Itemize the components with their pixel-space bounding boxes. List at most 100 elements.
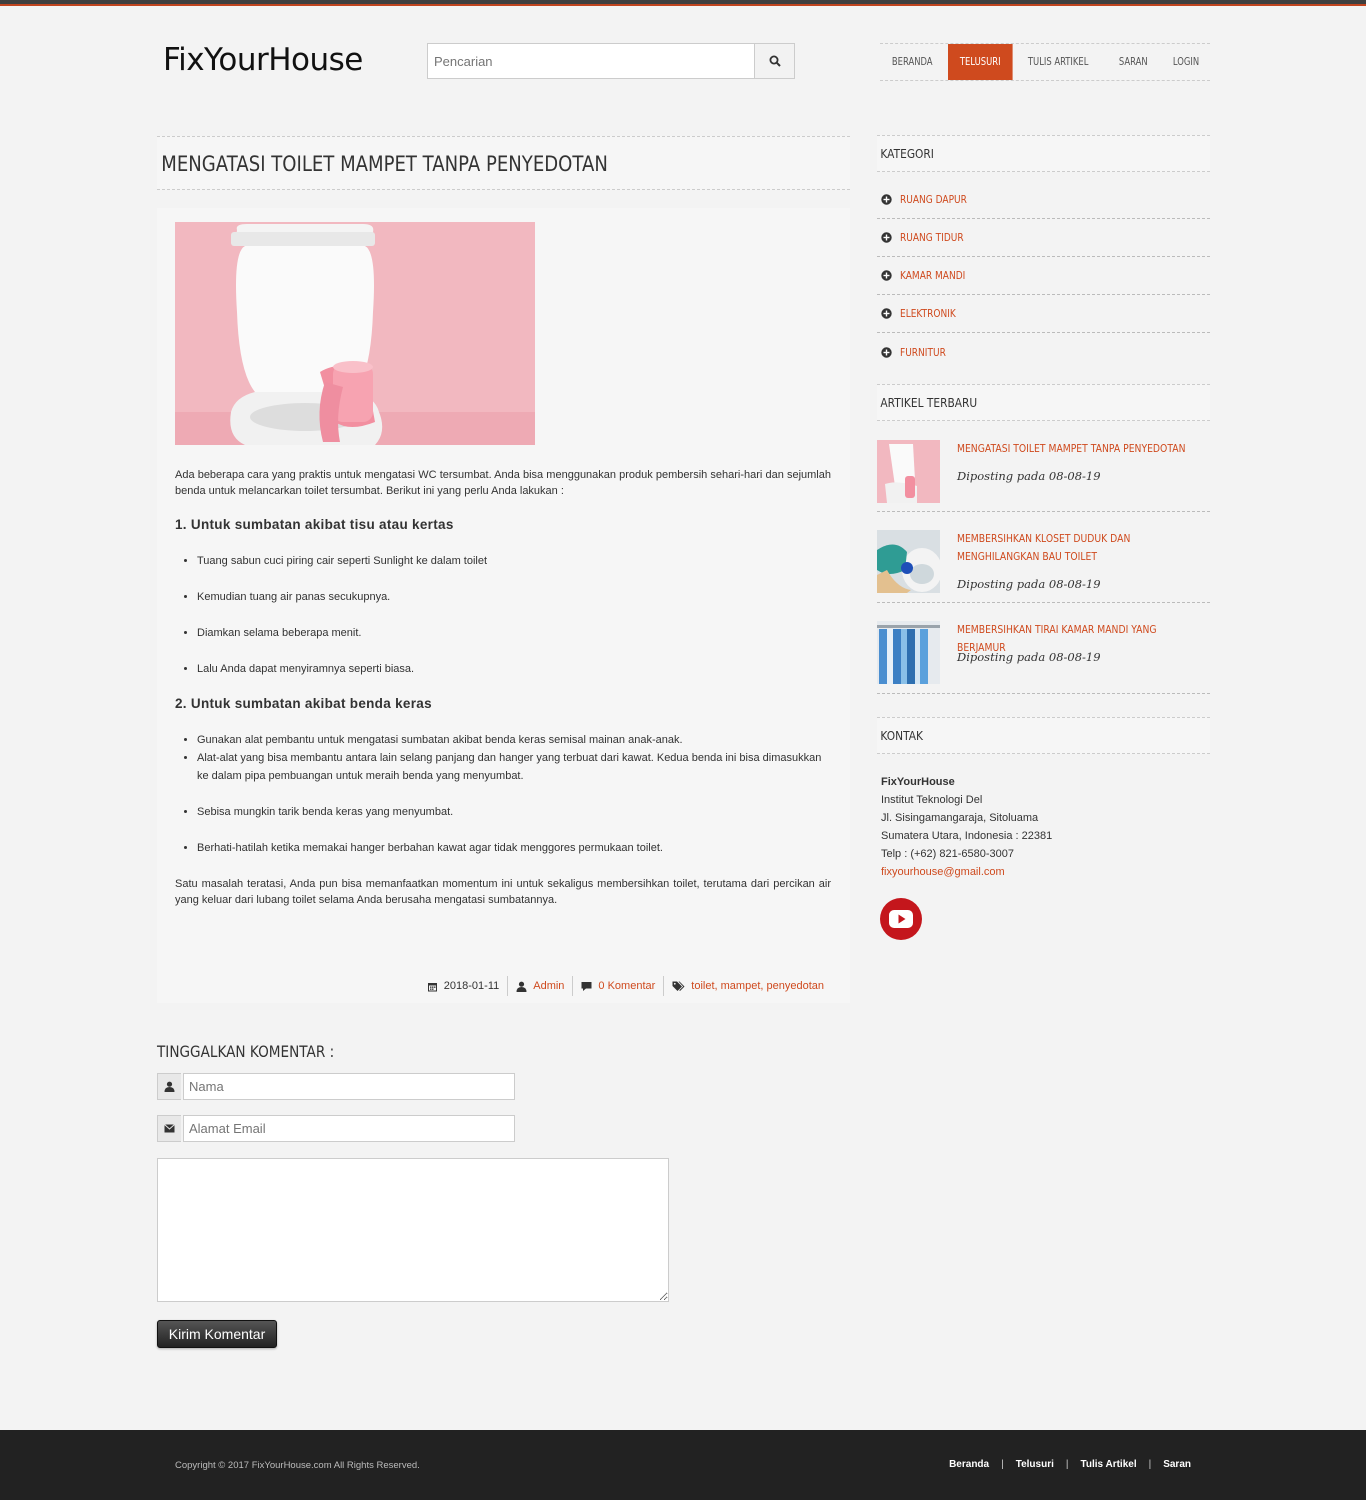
tags-icon — [672, 981, 685, 991]
main-nav: BERANDA TELUSURI TULIS ARTIKEL SARAN LOG… — [880, 43, 1210, 81]
category-label[interactable]: FURNITUR — [900, 346, 946, 359]
user-icon — [516, 981, 527, 992]
meta-tags-links[interactable]: toilet, mampet, penyedotan — [691, 980, 824, 992]
plus-circle-icon — [881, 194, 892, 205]
contact-title: KONTAK — [880, 728, 924, 743]
meta-comments-link[interactable]: 0 Komentar — [598, 980, 655, 992]
recent-date: Diposting pada 08-08-19 — [957, 650, 1101, 664]
contact-phone: Telp : (+62) 821-6580-3007 — [881, 848, 1015, 860]
footer-link-telusuri[interactable]: Telusuri — [1016, 1459, 1054, 1470]
section-heading-1: 1. Untuk sumbatan akibat tisu atau kerta… — [175, 517, 454, 532]
recent-thumbnail[interactable] — [877, 440, 940, 503]
category-label[interactable]: ELEKTRONIK — [900, 307, 956, 320]
list-item: Lalu Anda dapat menyiramnya seperti bias… — [197, 660, 832, 678]
category-title: KATEGORI — [880, 146, 934, 161]
copyright-text: Copyright © 2017 FixYourHouse.com All Ri… — [175, 1460, 420, 1471]
recent-item[interactable]: MEMBERSIHKAN KLOSET DUDUK DAN MENGHILANG… — [877, 530, 1210, 603]
recent-title: ARTIKEL TERBARU — [880, 395, 978, 410]
recent-thumbnail[interactable] — [877, 530, 940, 593]
comment-textarea[interactable] — [157, 1158, 669, 1302]
article-title: MENGATASI TOILET MAMPET TANPA PENYEDOTAN — [161, 152, 608, 176]
list-item: Alat-alat yang bisa membantu antara lain… — [197, 749, 832, 785]
recent-title-link[interactable]: MEMBERSIHKAN KLOSET DUDUK DAN MENGHILANG… — [957, 530, 1206, 566]
comment-form-title: TINGGALKAN KOMENTAR : — [157, 1042, 335, 1061]
meta-author-link[interactable]: Admin — [533, 980, 564, 992]
footer-link-beranda[interactable]: Beranda — [949, 1459, 989, 1470]
footer-links: Beranda | Telusuri | Tulis Artikel | Sar… — [949, 1459, 1191, 1470]
contact-name: FixYourHouse — [881, 776, 955, 788]
meta-author: Admin — [507, 976, 572, 996]
top-accent-bar — [0, 0, 1366, 6]
site-logo[interactable]: FixYourHouse — [163, 42, 363, 78]
category-item[interactable]: KAMAR MANDI — [877, 257, 1210, 295]
plus-circle-icon — [881, 232, 892, 243]
nav-beranda[interactable]: BERANDA — [880, 44, 944, 80]
category-header: KATEGORI — [877, 135, 1210, 172]
nav-tulis-artikel[interactable]: TULIS ARTIKEL — [1016, 44, 1100, 80]
search-bar — [427, 43, 795, 79]
meta-date: 2018-01-11 — [419, 976, 507, 996]
category-item[interactable]: RUANG TIDUR — [877, 219, 1210, 257]
contact-email-link[interactable]: fixyourhouse@gmail.com — [881, 863, 1052, 881]
plus-circle-icon — [881, 346, 892, 358]
contact-line: Jl. Sisingamangaraja, Sitoluama — [881, 812, 1039, 824]
contact-line: Sumatera Utara, Indonesia : 22381 — [881, 830, 1053, 842]
nav-saran[interactable]: SARAN — [1107, 44, 1160, 80]
footer-link-saran[interactable]: Saran — [1163, 1459, 1191, 1470]
submit-comment-button[interactable]: Kirim Komentar — [157, 1320, 277, 1348]
article-intro: Ada beberapa cara yang praktis untuk men… — [175, 469, 831, 497]
list-item: Berhati-hatilah ketika memakai hanger be… — [197, 839, 832, 857]
section-1-list: Tuang sabun cuci piring cair seperti Sun… — [197, 552, 832, 678]
recent-date: Diposting pada 08-08-19 — [957, 577, 1101, 591]
recent-item[interactable]: MEMBERSIHKAN TIRAI KAMAR MANDI YANG BERJ… — [877, 621, 1210, 694]
recent-date: Diposting pada 08-08-19 — [957, 469, 1101, 483]
category-item[interactable]: RUANG DAPUR — [877, 181, 1210, 219]
user-icon — [157, 1073, 181, 1100]
calendar-icon — [427, 982, 437, 991]
envelope-icon — [157, 1115, 181, 1142]
name-field[interactable] — [183, 1073, 515, 1100]
nav-login[interactable]: LOGIN — [1161, 44, 1211, 80]
separator: | — [1001, 1459, 1004, 1470]
meta-date-text: 2018-01-11 — [443, 980, 500, 992]
list-item: Kemudian tuang air panas secukupnya. — [197, 588, 832, 606]
category-label[interactable]: KAMAR MANDI — [900, 269, 965, 282]
article-body: Ada beberapa cara yang praktis untuk men… — [157, 208, 850, 1003]
meta-comments: 0 Komentar — [572, 976, 663, 996]
contact-info: FixYourHouse Institut Teknologi Del Jl. … — [881, 773, 1052, 881]
article-hero-image — [175, 222, 535, 445]
search-input[interactable] — [427, 43, 754, 79]
article-meta: 2018-01-11 Admin 0 Komentar toilet, mamp… — [419, 976, 832, 996]
list-item: Tuang sabun cuci piring cair seperti Sun… — [197, 552, 832, 570]
plus-circle-icon — [881, 270, 892, 281]
youtube-link[interactable] — [880, 898, 922, 940]
recent-header: ARTIKEL TERBARU — [877, 384, 1210, 421]
article-outro: Satu masalah teratasi, Anda pun bisa mem… — [175, 878, 831, 906]
footer: Copyright © 2017 FixYourHouse.com All Ri… — [0, 1430, 1366, 1500]
article-title-box: MENGATASI TOILET MAMPET TANPA PENYEDOTAN — [157, 136, 850, 190]
footer-link-tulis-artikel[interactable]: Tulis Artikel — [1080, 1459, 1136, 1470]
category-label[interactable]: RUANG DAPUR — [900, 193, 967, 206]
comment-icon — [581, 981, 592, 991]
list-item: Gunakan alat pembantu untuk mengatasi su… — [197, 731, 832, 749]
list-item: Diamkan selama beberapa menit. — [197, 624, 832, 642]
search-icon — [769, 55, 781, 67]
youtube-icon — [889, 910, 913, 928]
recent-item[interactable]: MENGATASI TOILET MAMPET TANPA PENYEDOTAN… — [877, 440, 1210, 512]
contact-header: KONTAK — [877, 717, 1210, 754]
recent-title-link[interactable]: MENGATASI TOILET MAMPET TANPA PENYEDOTAN — [957, 440, 1206, 458]
separator: | — [1148, 1459, 1152, 1470]
plus-circle-icon — [881, 308, 892, 319]
nav-telusuri[interactable]: TELUSURI — [947, 44, 1013, 80]
email-field-group — [157, 1115, 515, 1142]
recent-thumbnail[interactable] — [877, 621, 940, 684]
category-item[interactable]: FURNITUR — [877, 333, 1210, 371]
list-item: Sebisa mungkin tarik benda keras yang me… — [197, 803, 832, 821]
category-item[interactable]: ELEKTRONIK — [877, 295, 1210, 333]
separator: | — [1065, 1459, 1069, 1470]
email-field[interactable] — [183, 1115, 515, 1142]
meta-tags: toilet, mampet, penyedotan — [663, 976, 832, 996]
name-field-group — [157, 1073, 515, 1100]
search-button[interactable] — [754, 43, 795, 79]
category-label[interactable]: RUANG TIDUR — [900, 231, 964, 244]
